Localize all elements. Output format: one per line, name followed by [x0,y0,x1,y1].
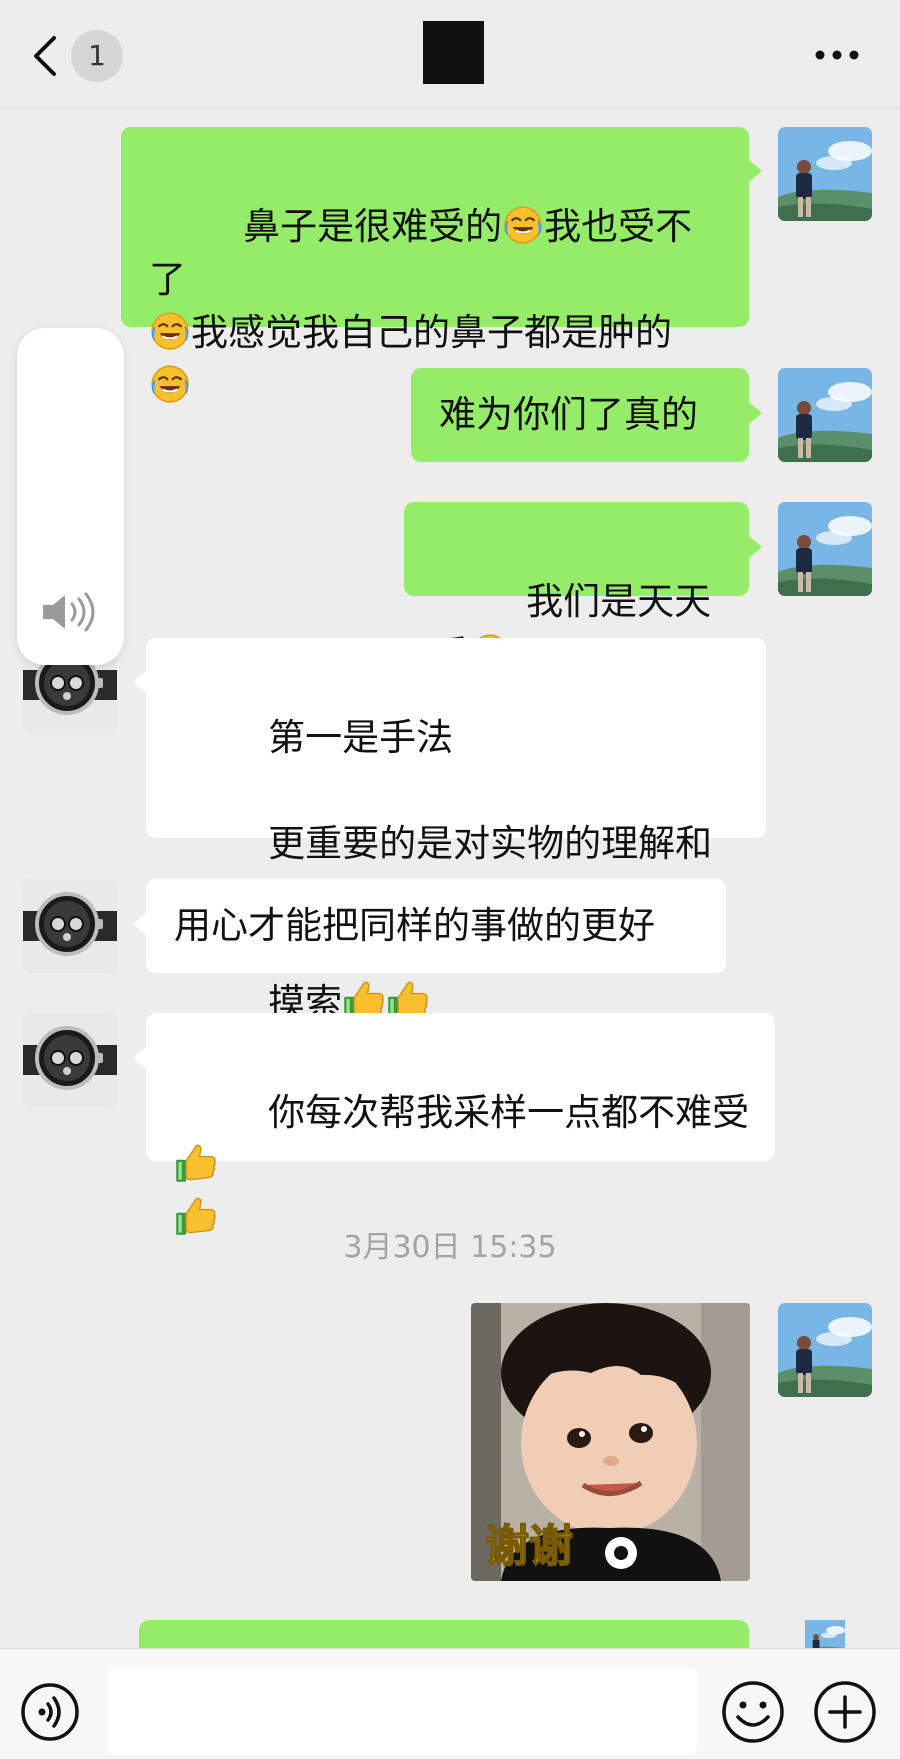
message-bubble[interactable]: 第一是手法 更重要的是对实物的理解和用心 摸索 [146,638,766,1024]
bubble-tail [749,160,762,182]
my-avatar[interactable] [778,368,872,462]
message-bubble[interactable]: 鼻子是很难受的 我也受不了 我感觉我自己的鼻子都是肿的 [121,127,749,327]
speaker-volume-icon[interactable] [39,590,103,634]
laugh-cry-emoji-icon [502,203,544,245]
chat-input-bar [0,1648,900,1759]
message-text: 难为你们了真的 [439,393,698,436]
message-text-segment: 鼻子是很难受的 [243,205,503,248]
chat-title-redacted [423,21,484,84]
baby-sticker-illustration: 谢谢 [471,1303,750,1581]
speaker-overlay-panel[interactable] [17,328,124,665]
message-bubble[interactable]: 我们是天天采 [404,502,749,676]
more-dots-icon[interactable] [812,40,862,70]
contact-avatar[interactable] [23,879,117,973]
bubble-tail [133,1047,146,1069]
message-bubble[interactable]: 你每次帮我采样一点都不难受 [146,1013,775,1161]
bubble-tail [133,913,146,935]
unread-count-badge[interactable]: 1 [71,30,123,82]
message-text-segment: 你每次帮我采样一点都不难受 [268,1091,750,1134]
my-avatar[interactable] [778,502,872,596]
message-bubble[interactable]: 用心才能把同样的事做的更好 [146,879,726,973]
my-avatar[interactable] [778,127,872,221]
plus-circle-icon[interactable] [812,1679,878,1745]
voice-wave-icon[interactable] [20,1682,80,1742]
chevron-left-icon[interactable] [30,34,60,78]
sticker-caption: 谢谢 [485,1521,573,1572]
message-timestamp: 3月30日 15:35 [343,1230,557,1265]
message-text: 用心才能把同样的事做的更好 [174,904,655,947]
thumbs-up-emoji-icon [174,1140,218,1184]
smiley-icon[interactable] [720,1679,786,1745]
bubble-tail [133,671,146,693]
contact-avatar[interactable] [23,1013,117,1107]
laugh-cry-emoji-icon [149,309,191,351]
message-text-segment: 我感觉我自己的鼻子都是肿的 [191,311,672,354]
bubble-tail [749,402,762,424]
sticker-image[interactable]: 谢谢 [471,1303,750,1581]
chat-header: 1 [0,0,900,109]
message-text-segment: 第一是手法 [268,716,454,759]
my-avatar[interactable] [778,1303,872,1397]
laugh-cry-emoji-icon [149,362,191,404]
message-bubble[interactable]: 难为你们了真的 [411,368,749,462]
message-input[interactable] [107,1667,697,1755]
bubble-tail [749,536,762,558]
